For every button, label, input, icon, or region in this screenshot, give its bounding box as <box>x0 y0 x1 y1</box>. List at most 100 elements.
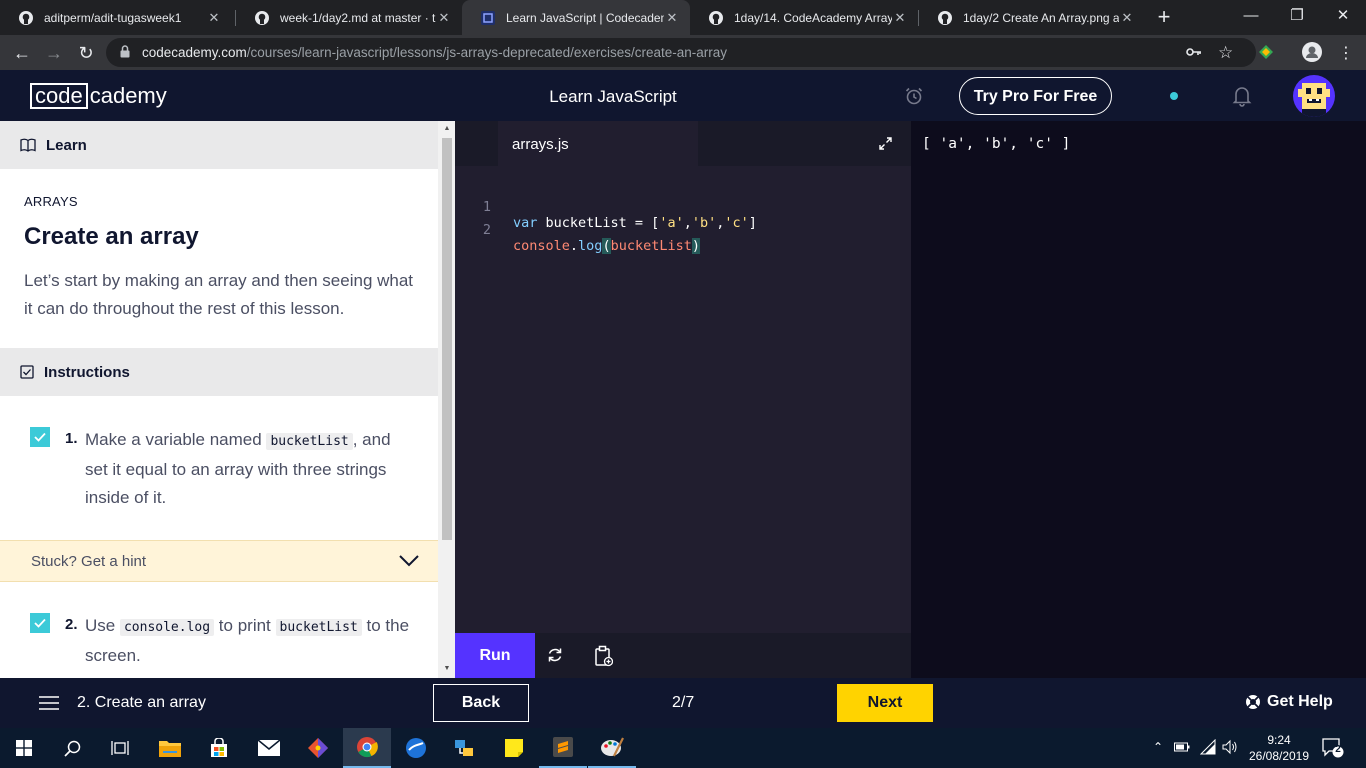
github-icon <box>708 10 724 26</box>
url-host: codecademy.com <box>142 45 247 60</box>
git-icon[interactable] <box>294 728 342 768</box>
action-center-icon[interactable]: 2 <box>1322 738 1344 758</box>
mail-icon[interactable] <box>245 728 293 768</box>
step-1-checkbox[interactable] <box>30 427 50 447</box>
step-1-number: 1. <box>65 430 78 447</box>
tab-title: 1day/2 Create An Array.png at <box>963 10 1119 25</box>
paint-icon[interactable] <box>588 728 636 768</box>
profile-icon[interactable] <box>1302 42 1322 62</box>
github-icon <box>254 10 270 26</box>
code-line-2[interactable]: 2 console.log(bucketList) <box>455 206 911 254</box>
site-header: code cademy Learn JavaScript Try Pro For … <box>0 70 1366 121</box>
sublime-text-icon[interactable] <box>539 728 587 768</box>
store-icon[interactable] <box>195 728 243 768</box>
code-argument: bucketList <box>610 238 692 254</box>
get-help-button[interactable]: Get Help <box>1245 693 1333 711</box>
search-icon[interactable] <box>48 728 96 768</box>
step-1-text: Make a variable named bucketList, and se… <box>85 426 415 512</box>
scroll-down-arrow-icon[interactable]: ▼ <box>443 665 451 672</box>
forward-arrow-icon[interactable]: → <box>42 41 66 65</box>
try-pro-button[interactable]: Try Pro For Free <box>959 77 1112 115</box>
current-lesson-label[interactable]: 2. Create an array <box>77 694 206 712</box>
battery-icon[interactable] <box>1174 741 1190 753</box>
file-tab-arrays-js[interactable]: arrays.js <box>498 121 698 166</box>
expand-icon[interactable] <box>879 137 892 150</box>
step-2-code-2: bucketList <box>275 619 362 636</box>
network-app-icon[interactable] <box>440 728 488 768</box>
code-line-1[interactable]: 1 var bucketList = ['a','b','c'] <box>455 183 911 231</box>
volume-icon[interactable] <box>1222 739 1238 755</box>
close-icon[interactable]: ✕ <box>892 10 908 26</box>
step-2-text-b: to print <box>218 616 271 635</box>
close-icon[interactable]: ✕ <box>1119 10 1135 26</box>
task-view-icon[interactable] <box>96 728 144 768</box>
windows-start-icon[interactable] <box>0 728 48 768</box>
browser-tab-2[interactable]: week-1/day2.md at master · tr ✕ <box>236 0 462 35</box>
browser-menu-icon[interactable]: ⋮ <box>1338 43 1354 63</box>
clock-date: 26/08/2019 <box>1248 749 1310 763</box>
code-text: console.log(bucketList) <box>513 238 700 254</box>
app-icon-blue[interactable] <box>392 728 440 768</box>
step-1-code: bucketList <box>266 433 353 450</box>
back-arrow-icon[interactable]: ← <box>10 41 34 65</box>
code-paren: ) <box>691 238 700 254</box>
step-2-text-a: Use <box>85 616 116 635</box>
lesson-body: Let’s start by making an array and then … <box>24 271 414 318</box>
step-2-text: Use console.log to print bucketList to t… <box>85 612 415 670</box>
learn-panel: Learn ARRAYS Create an array Let’s start… <box>0 121 455 678</box>
copy-to-clipboard-icon[interactable] <box>595 645 613 667</box>
get-help-label: Get Help <box>1267 693 1333 710</box>
hint-toggle[interactable]: Stuck? Get a hint <box>0 540 438 582</box>
alarm-clock-icon[interactable] <box>904 86 924 106</box>
wifi-icon[interactable] <box>1200 739 1216 755</box>
reload-icon[interactable]: ↻ <box>74 41 98 65</box>
sticky-notes-icon[interactable] <box>490 728 538 768</box>
browser-tab-5[interactable]: 1day/2 Create An Array.png at ✕ <box>919 0 1145 35</box>
reset-icon[interactable] <box>547 647 563 663</box>
close-icon[interactable]: ✕ <box>206 10 222 26</box>
key-icon[interactable] <box>1186 45 1202 59</box>
tab-title: 1day/14. CodeAcademy Array · <box>734 10 892 25</box>
step-1-text-a: Make a variable named <box>85 430 262 449</box>
minimize-icon[interactable]: — <box>1228 0 1274 32</box>
learn-tab-label: Learn <box>46 136 87 154</box>
maximize-icon[interactable]: ❐ <box>1274 0 1320 32</box>
run-button[interactable]: Run <box>455 633 535 678</box>
step-2-checkbox[interactable] <box>30 613 50 633</box>
user-avatar[interactable] <box>1293 75 1335 117</box>
taskbar-clock[interactable]: 9:24 26/08/2019 <box>1244 732 1314 764</box>
chrome-icon[interactable] <box>343 728 391 768</box>
lesson-eyebrow: ARRAYS <box>24 194 78 209</box>
hamburger-menu-icon[interactable] <box>39 696 59 710</box>
close-icon[interactable]: ✕ <box>436 10 452 26</box>
back-button[interactable]: Back <box>433 684 529 722</box>
tab-title: week-1/day2.md at master · tr <box>280 10 436 25</box>
code-editor: arrays.js 1 var bucketList = ['a','b','c… <box>455 121 911 678</box>
close-icon[interactable]: ✕ <box>664 10 680 26</box>
scrollbar-thumb[interactable] <box>442 138 452 540</box>
next-button[interactable]: Next <box>837 684 933 722</box>
output-console: [ 'a', 'b', 'c' ] <box>911 121 1366 678</box>
file-explorer-icon[interactable] <box>146 728 194 768</box>
code-method: log <box>578 238 603 254</box>
extension-icon[interactable] <box>1258 44 1274 60</box>
close-window-icon[interactable]: ✕ <box>1320 0 1366 32</box>
code-dot: . <box>569 238 579 254</box>
code-paren: ( <box>602 238 611 254</box>
bell-icon[interactable] <box>1232 85 1252 107</box>
bookmark-star-icon[interactable]: ☆ <box>1218 43 1233 63</box>
browser-tab-1[interactable]: aditperm/adit-tugasweek1 ✕ <box>0 0 232 35</box>
new-tab-button[interactable]: + <box>1154 6 1174 28</box>
url-text: codecademy.com/courses/learn-javascript/… <box>142 45 727 60</box>
learn-tab[interactable]: Learn <box>0 121 438 169</box>
instructions-header: Instructions <box>0 348 438 396</box>
lesson-footer: 2. Create an array Back 2/7 Next Get Hel… <box>0 678 1366 728</box>
chevron-up-icon[interactable]: ⌃ <box>1153 740 1163 754</box>
address-bar[interactable]: codecademy.com/courses/learn-javascript/… <box>106 38 1256 67</box>
lesson-progress: 2/7 <box>672 694 695 711</box>
scroll-up-arrow-icon[interactable]: ▲ <box>443 125 451 132</box>
status-dot <box>1170 92 1178 100</box>
instructions-label: Instructions <box>44 363 130 381</box>
browser-tab-4[interactable]: 1day/14. CodeAcademy Array · ✕ <box>690 0 918 35</box>
browser-tab-3-active[interactable]: Learn JavaScript | Codecademy ✕ <box>462 0 690 35</box>
